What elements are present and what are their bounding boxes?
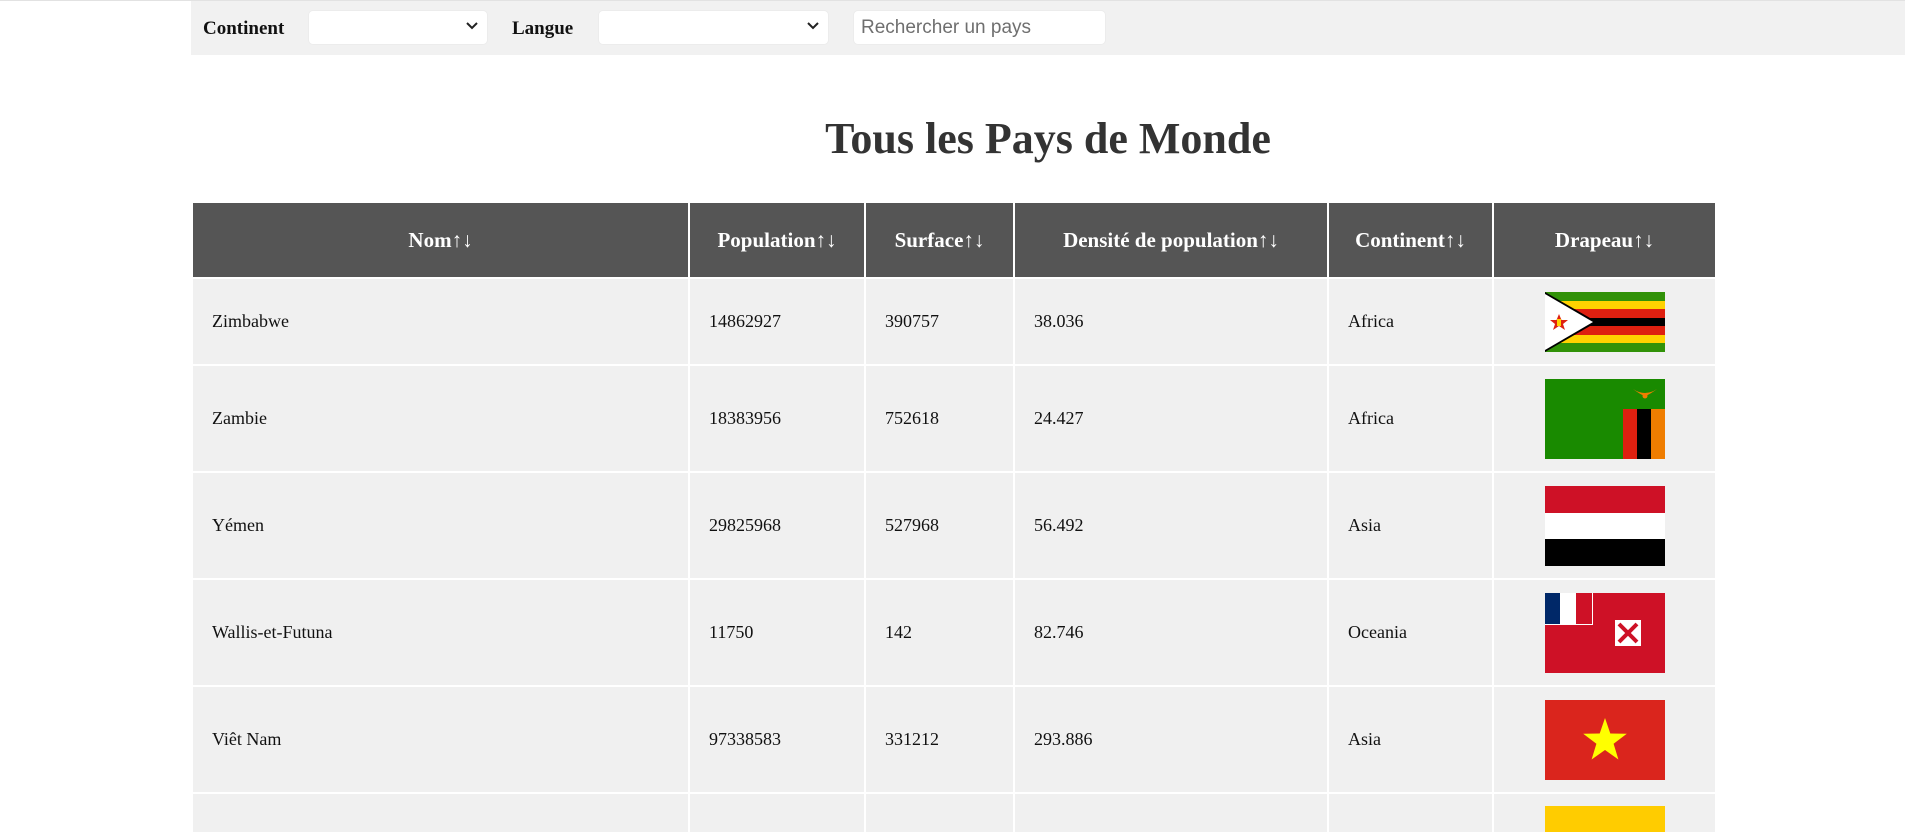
cell-densite: 24.427: [1013, 364, 1329, 473]
cell-drapeau: [1492, 471, 1717, 580]
cell-surface: 390757: [864, 277, 1015, 366]
header-surface[interactable]: Surface↑↓: [864, 201, 1015, 279]
header-densite[interactable]: Densité de population↑↓: [1013, 201, 1329, 279]
continent-select[interactable]: [308, 10, 488, 45]
cell-nom: [191, 792, 690, 834]
cell-population: 18383956: [688, 364, 866, 473]
cell-nom: Wallis-et-Futuna: [191, 578, 690, 687]
cell-surface: 142: [864, 578, 1015, 687]
cell-densite: 293.886: [1013, 685, 1329, 794]
cell-population: [688, 792, 866, 834]
table-row: Wallis-et-Futuna 11750 142 82.746 Oceani…: [191, 578, 1717, 687]
table-row: Zambie 18383956 752618 24.427 Africa: [191, 364, 1717, 473]
cell-continent: Asia: [1327, 685, 1494, 794]
cell-densite: 38.036: [1013, 277, 1329, 366]
yemen-flag: [1544, 485, 1665, 566]
cell-nom: Viêt Nam: [191, 685, 690, 794]
cell-surface: 331212: [864, 685, 1015, 794]
table-row: [191, 792, 1717, 834]
countries-table: Nom↑↓ Population↑↓ Surface↑↓ Densité de …: [191, 201, 1717, 834]
cell-drapeau: [1492, 685, 1717, 794]
cell-densite: [1013, 792, 1329, 834]
page-title: Tous les Pays de Monde: [825, 114, 1271, 163]
cell-nom: Yémen: [191, 471, 690, 580]
cell-nom: Zambie: [191, 364, 690, 473]
cell-surface: 527968: [864, 471, 1015, 580]
table-row: Yémen 29825968 527968 56.492 Asia: [191, 471, 1717, 580]
cell-surface: [864, 792, 1015, 834]
cell-continent: Oceania: [1327, 578, 1494, 687]
table-header-row: Nom↑↓ Population↑↓ Surface↑↓ Densité de …: [191, 201, 1717, 279]
cell-surface: 752618: [864, 364, 1015, 473]
zambia-flag: [1544, 378, 1665, 459]
cell-densite: 56.492: [1013, 471, 1329, 580]
header-drapeau[interactable]: Drapeau↑↓: [1492, 201, 1717, 279]
cell-continent: Asia: [1327, 471, 1494, 580]
cell-densite: 82.746: [1013, 578, 1329, 687]
table-row: Zimbabwe 14862927 390757 38.036 Africa: [191, 277, 1717, 366]
wallis-futuna-flag: [1544, 592, 1665, 673]
cell-continent: Africa: [1327, 364, 1494, 473]
langue-select[interactable]: [598, 10, 829, 45]
partial-yellow-flag: [1544, 806, 1665, 832]
cell-continent: Africa: [1327, 277, 1494, 366]
header-continent[interactable]: Continent↑↓: [1327, 201, 1494, 279]
table-row: Viêt Nam 97338583 331212 293.886 Asia: [191, 685, 1717, 794]
cell-drapeau: [1492, 792, 1717, 834]
cell-nom: Zimbabwe: [191, 277, 690, 366]
search-input[interactable]: [853, 10, 1106, 45]
continent-label: Continent: [203, 18, 285, 39]
header-nom[interactable]: Nom↑↓: [191, 201, 690, 279]
cell-drapeau: [1492, 277, 1717, 366]
header-population[interactable]: Population↑↓: [688, 201, 866, 279]
chevron-down-icon: [807, 22, 819, 30]
cell-population: 11750: [688, 578, 866, 687]
chevron-down-icon: [466, 22, 478, 30]
cell-population: 14862927: [688, 277, 866, 366]
zimbabwe-flag: [1544, 291, 1665, 352]
filter-bar: Continent Langue: [191, 1, 1905, 55]
cell-population: 29825968: [688, 471, 866, 580]
cell-population: 97338583: [688, 685, 866, 794]
langue-label: Langue: [512, 18, 574, 39]
vietnam-flag: [1544, 699, 1665, 780]
cell-drapeau: [1492, 364, 1717, 473]
cell-drapeau: [1492, 578, 1717, 687]
cell-continent: [1327, 792, 1494, 834]
